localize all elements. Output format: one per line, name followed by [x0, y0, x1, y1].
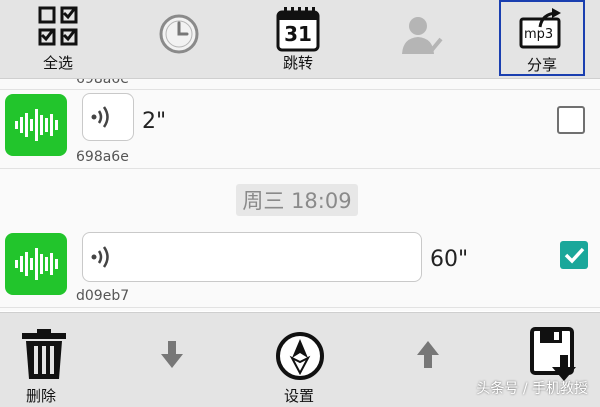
settings-label: 设置	[284, 387, 315, 405]
arrow-down-icon	[161, 341, 183, 368]
sound-wave-icon	[91, 106, 109, 128]
message-id: d09eb7	[76, 288, 130, 304]
avatar	[5, 94, 67, 156]
voice-duration: 2"	[142, 109, 167, 134]
delete-button[interactable]: 删除	[14, 313, 74, 407]
voice-duration: 60"	[430, 247, 469, 272]
select-checkbox[interactable]	[557, 106, 585, 134]
compass-icon	[276, 332, 324, 380]
clock-icon	[159, 14, 199, 54]
voice-waveform-icon	[15, 109, 58, 141]
jump-label: 跳转	[282, 54, 313, 72]
share-label: 分享	[527, 56, 558, 74]
share-mp3-badge: mp3	[524, 27, 554, 42]
message-id: 698a6e	[76, 149, 129, 165]
calendar-day: 31	[284, 22, 312, 46]
jump-button[interactable]: 31 跳转	[256, 0, 340, 78]
divider	[0, 307, 600, 308]
voice-bubble[interactable]	[82, 93, 134, 141]
message-list: 698a6e 2" 698a6e 周三 18:09 60" d09eb7	[0, 79, 600, 311]
top-toolbar: 全选 31 跳转 mp3 分享	[0, 0, 600, 79]
previous-message-id: 698a6e	[76, 79, 129, 87]
scroll-down-button[interactable]	[150, 313, 194, 407]
select-all-grid-icon	[38, 6, 78, 46]
voice-bubble[interactable]	[82, 232, 422, 282]
settings-button[interactable]: 设置	[268, 313, 332, 407]
divider	[0, 168, 600, 169]
history-clock-button[interactable]	[137, 0, 221, 78]
select-all-label: 全选	[42, 54, 73, 72]
sound-wave-icon	[91, 246, 109, 268]
watermark: 头条号 / 手机教授	[476, 381, 588, 397]
user-check-icon	[402, 17, 443, 54]
scroll-up-button[interactable]	[406, 313, 450, 407]
save-disk-icon	[530, 327, 576, 381]
avatar	[5, 233, 67, 295]
select-all-button[interactable]: 全选	[16, 0, 100, 78]
divider	[0, 89, 600, 90]
voice-waveform-icon	[15, 248, 58, 280]
contact-button[interactable]	[380, 0, 464, 78]
arrow-up-icon	[417, 341, 439, 368]
check-icon	[564, 247, 585, 264]
delete-label: 删除	[26, 387, 57, 405]
select-checkbox[interactable]	[560, 241, 588, 269]
share-button[interactable]: mp3 分享	[499, 0, 585, 76]
trash-icon	[22, 329, 66, 379]
time-separator: 周三 18:09	[236, 184, 358, 216]
